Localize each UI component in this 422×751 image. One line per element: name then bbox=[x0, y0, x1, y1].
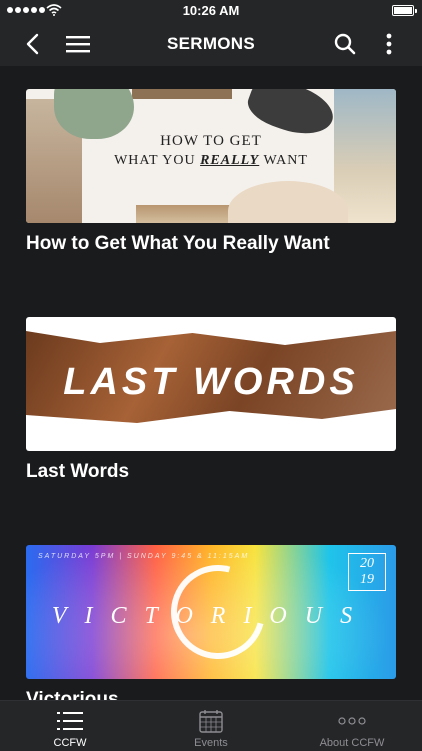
sermon-list[interactable]: HOW TO GET WHAT YOU REALLY WANT How to G… bbox=[0, 66, 422, 700]
tab-label: CCFW bbox=[53, 737, 87, 749]
tab-icon-wrap bbox=[199, 709, 223, 733]
status-time: 10:26 AM bbox=[182, 3, 240, 18]
tab-events[interactable]: Events bbox=[141, 701, 281, 751]
tab-about[interactable]: About CCFW bbox=[282, 701, 422, 751]
sermon-artwork[interactable]: HOW TO GET WHAT YOU REALLY WANT bbox=[26, 89, 396, 223]
artwork-emphasis: REALLY bbox=[200, 153, 260, 168]
desert-photo bbox=[136, 205, 232, 223]
artwork-heading-line1: HOW TO GET bbox=[160, 133, 262, 149]
sermon-title[interactable]: Last Words bbox=[26, 461, 396, 483]
artwork-text: WHAT YOU bbox=[114, 153, 201, 168]
ellipsis-icon bbox=[338, 717, 366, 725]
sermon-card-victorious[interactable]: SATURDAY 5PM | SUNDAY 9:45 & 11:15AM 20 1… bbox=[26, 545, 396, 700]
artwork-text: WANT bbox=[259, 153, 308, 168]
more-vertical-icon bbox=[386, 33, 392, 55]
search-icon bbox=[334, 33, 356, 55]
sermon-artwork[interactable]: LAST WORDS bbox=[26, 317, 396, 451]
tab-label: Events bbox=[194, 737, 228, 749]
tab-icon-wrap bbox=[338, 709, 366, 733]
search-button[interactable] bbox=[330, 22, 360, 66]
service-schedule: SATURDAY 5PM | SUNDAY 9:45 & 11:15AM bbox=[38, 553, 250, 560]
sermon-title[interactable]: How to Get What You Really Want bbox=[26, 233, 396, 255]
artwork-heading: LAST WORDS bbox=[63, 361, 359, 403]
artwork-heading: VICTORIOUS bbox=[51, 603, 371, 629]
more-options-button[interactable] bbox=[376, 22, 402, 66]
sermon-card-last-words[interactable]: LAST WORDS Last Words bbox=[26, 317, 396, 483]
year-top: 20 bbox=[360, 556, 374, 571]
artwork-heading-line2: WHAT YOU REALLY WANT bbox=[26, 153, 396, 169]
sand-paint-shape bbox=[228, 181, 348, 223]
tab-label: About CCFW bbox=[319, 737, 385, 749]
year-bottom: 19 bbox=[360, 572, 374, 587]
battery-icon bbox=[392, 5, 417, 16]
year-badge: 20 19 bbox=[348, 553, 386, 591]
tab-icon-wrap bbox=[57, 709, 83, 733]
list-icon bbox=[57, 712, 83, 730]
navigation-bar: SERMONS bbox=[0, 22, 422, 66]
green-paint-shape bbox=[54, 89, 134, 139]
sermon-artwork[interactable]: SATURDAY 5PM | SUNDAY 9:45 & 11:15AM 20 1… bbox=[26, 545, 396, 679]
calendar-icon bbox=[199, 710, 223, 733]
tab-ccfw[interactable]: CCFW bbox=[0, 701, 140, 751]
tab-bar: CCFW Events About CCFW bbox=[0, 700, 422, 751]
sermon-card-how-to-get[interactable]: HOW TO GET WHAT YOU REALLY WANT How to G… bbox=[26, 89, 396, 255]
status-bar: 10:26 AM bbox=[0, 0, 422, 22]
sermon-title[interactable]: Victorious bbox=[26, 689, 396, 700]
rock-photo bbox=[132, 89, 232, 99]
